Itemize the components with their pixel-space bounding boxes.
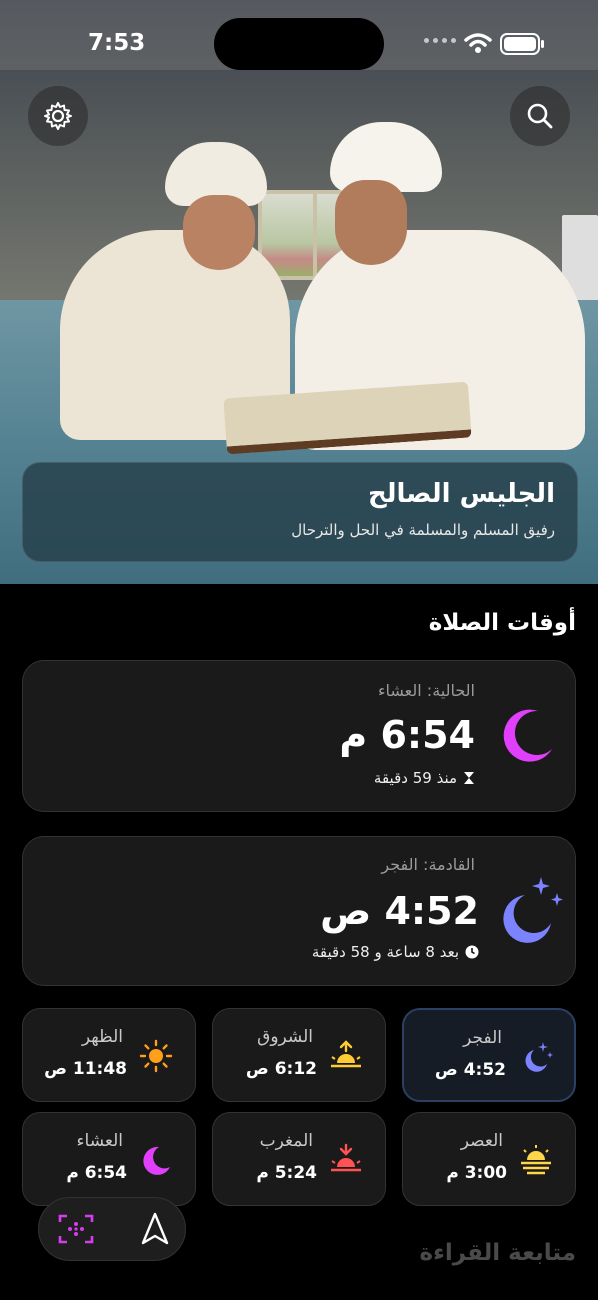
app-title: الجليس الصالح [367,479,555,509]
moon-icon [143,1146,170,1175]
prayer-card-maghrib[interactable]: المغرب 5:24 م [212,1112,386,1206]
moon-stars-icon [525,1042,553,1072]
prayer-name: المغرب [259,1131,313,1151]
elder-face [183,195,255,270]
tasbih-counter-icon [58,1214,94,1244]
prayer-card-sunrise[interactable]: الشروق 6:12 ص [212,1008,386,1102]
prayer-card-fajr[interactable]: الفجر 4:52 ص [402,1008,576,1102]
current-prayer-elapsed: منذ 59 دقيقة [373,769,457,787]
prayer-card-isha[interactable]: العشاء 6:54 م [22,1112,196,1206]
floating-tab-bar [38,1197,186,1261]
next-prayer-label: القادمة: الفجر [381,855,475,874]
tasbih-tab[interactable] [57,1212,95,1246]
prayer-name: العصر [460,1131,503,1151]
navigation-arrow-icon [141,1212,169,1245]
app-subtitle: رفيق المسلم والمسلمة في الحل والترحال [291,521,555,539]
prayer-name: الفجر [463,1028,502,1048]
hourglass-icon [464,772,474,784]
wifi-icon [464,33,492,53]
prayer-time: 5:24 م [256,1163,317,1183]
qibla-tab[interactable] [137,1211,173,1247]
prayer-time: 11:48 ص [44,1059,127,1079]
search-icon [527,103,553,129]
battery-icon [500,33,544,55]
dynamic-island [214,18,384,70]
app-title-banner: الجليس الصالح رفيق المسلم والمسلمة في ال… [22,462,578,562]
prayer-time: 6:12 ص [245,1059,317,1079]
continue-reading-title: متابعة القراءة [419,1240,576,1266]
prayer-card-dhuhr[interactable]: الظهر 11:48 ص [22,1008,196,1102]
sun-icon [139,1039,173,1073]
status-bar: 7:53 [0,0,598,90]
current-prayer-label: الحالية: العشاء [378,681,475,700]
next-prayer-card[interactable]: القادمة: الفجر 4:52 ص بعد 8 ساعة و 58 دق… [22,836,576,986]
sun-horizon-icon [521,1145,551,1175]
prayer-name: الشروق [257,1027,313,1047]
young-face [335,180,407,265]
prayer-name: العشاء [76,1131,123,1151]
next-prayer-time: 4:52 ص [320,889,479,933]
next-prayer-remaining: بعد 8 ساعة و 58 دقيقة [311,943,459,961]
moon-icon [503,709,552,762]
cellular-signal-icon [424,38,456,43]
settings-button[interactable] [28,86,88,146]
prayer-time: 4:52 ص [434,1060,506,1080]
sunrise-icon [331,1040,361,1068]
clock-icon [465,945,479,959]
clock: 7:53 [88,30,146,56]
prayer-times-title: أوقات الصلاة [428,610,576,636]
moon-stars-icon [503,877,563,943]
current-prayer-elapsed-row: منذ 59 دقيقة [374,769,475,787]
gear-icon [44,102,72,130]
prayer-time: 3:00 م [446,1163,507,1183]
next-prayer-remaining-row: بعد 8 ساعة و 58 دقيقة [312,943,479,961]
current-prayer-card[interactable]: الحالية: العشاء 6:54 م منذ 59 دقيقة [22,660,576,812]
prayer-card-asr[interactable]: العصر 3:00 م [402,1112,576,1206]
current-prayer-time: 6:54 م [339,713,475,757]
search-button[interactable] [510,86,570,146]
sunset-icon [331,1143,361,1172]
prayer-name: الظهر [81,1027,123,1047]
prayer-time: 6:54 م [66,1163,127,1183]
